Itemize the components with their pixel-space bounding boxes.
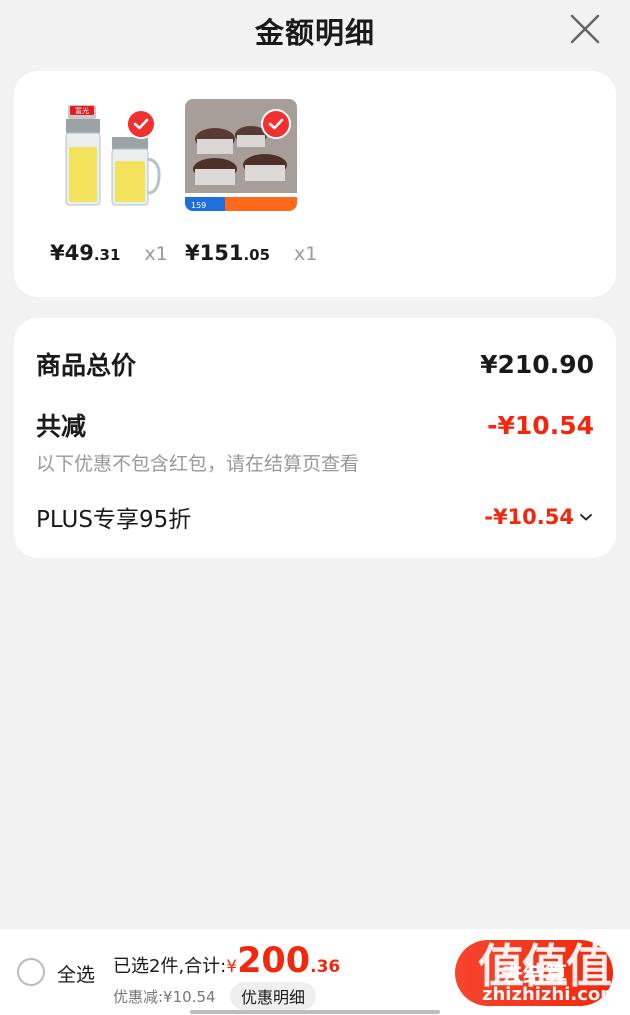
brand-logo-text: 富光 — [75, 106, 89, 115]
product-price-row: ¥49 .31 x1 — [50, 241, 190, 265]
plus-discount-value-wrap: -¥10.54 — [484, 505, 594, 529]
reduce-label: 共减 — [36, 412, 87, 441]
plus-discount-value: -¥10.54 — [484, 505, 574, 529]
total-price-row: 商品总价 ¥210.90 — [36, 346, 594, 382]
plus-discount-row[interactable]: PLUS专享95折 -¥10.54 — [36, 500, 594, 534]
quantity: x1 — [294, 243, 318, 265]
summary-card: 商品总价 ¥210.90 共减 -¥10.54 以下优惠不包含红包，请在结算页查… — [14, 318, 616, 558]
checkout-button[interactable]: 去结算 — [455, 940, 613, 1006]
product-thumbnail: 159 — [185, 99, 297, 211]
product-thumbnail: 富光 — [50, 99, 162, 211]
reduce-value: -¥10.54 — [487, 410, 594, 440]
total-price-label: 商品总价 — [36, 351, 137, 380]
promo-price-text: 159 — [191, 201, 206, 210]
total-amount-decimal: .36 — [310, 957, 341, 977]
header: 金额明细 — [0, 0, 630, 62]
price-decimal: .31 — [93, 246, 121, 264]
total-amount-integer: 200 — [237, 941, 311, 981]
plus-discount-label: PLUS专享95折 — [36, 507, 192, 533]
select-all-radio[interactable] — [17, 958, 45, 986]
price-integer: ¥151 — [185, 241, 244, 265]
selected-check[interactable] — [126, 109, 156, 139]
total-currency: ¥ — [226, 957, 238, 977]
bottom-bar: 全选 已选2件,合计: ¥ 200 .36 优惠减:¥10.54 优惠明细 去结… — [0, 929, 630, 1015]
check-icon — [133, 118, 149, 130]
page-title: 金额明细 — [254, 16, 375, 50]
product-price-row: ¥151 .05 x1 — [185, 241, 325, 265]
total-line: 已选2件,合计: ¥ 200 .36 — [113, 941, 340, 981]
discount-note: 以下优惠不包含红包，请在结算页查看 — [36, 453, 360, 475]
close-button[interactable] — [568, 12, 602, 46]
reduce-row: 共减 -¥10.54 — [36, 407, 594, 443]
discount-detail-button[interactable]: 优惠明细 — [230, 982, 317, 1010]
product-item[interactable]: 富光 ¥49 .31 x1 — [50, 99, 170, 265]
check-icon — [268, 118, 284, 130]
discount-summary: 优惠减:¥10.54 — [113, 988, 216, 1006]
product-card: 富光 ¥49 .31 x1 159 ¥151 .05 x1 — [14, 71, 616, 297]
total-price-value: ¥210.90 — [480, 349, 594, 379]
price-decimal: .05 — [243, 246, 271, 264]
price-integer: ¥49 — [50, 241, 94, 265]
quantity: x1 — [144, 243, 168, 265]
select-all-label[interactable]: 全选 — [57, 960, 95, 987]
close-icon — [570, 14, 600, 44]
selected-check[interactable] — [261, 109, 291, 139]
selected-count-text: 已选2件,合计: — [113, 956, 227, 977]
home-indicator — [190, 1010, 440, 1014]
chevron-down-icon — [580, 514, 592, 521]
product-item[interactable]: 159 ¥151 .05 x1 — [185, 99, 317, 265]
